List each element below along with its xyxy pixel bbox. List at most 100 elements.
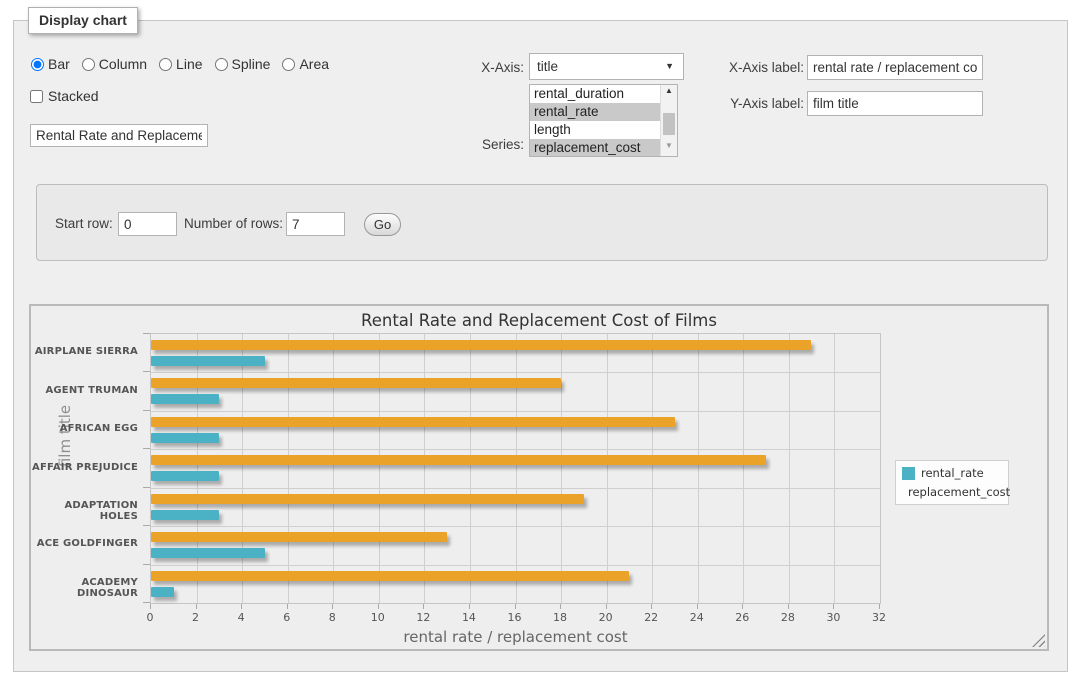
gridline-horizontal xyxy=(151,372,880,373)
start-row-label: Start row: xyxy=(55,216,113,231)
start-row-input[interactable] xyxy=(118,212,177,236)
bar-replacement_cost xyxy=(151,340,811,350)
series-option-length[interactable]: length xyxy=(530,121,660,139)
chart-type-option-line[interactable]: Line xyxy=(159,56,202,72)
x-axis-label-input[interactable] xyxy=(807,55,983,80)
x-axis-tick-label: 32 xyxy=(864,611,894,624)
chart-title-input[interactable] xyxy=(30,124,208,147)
bar-rental_rate xyxy=(151,356,265,366)
x-axis-tick xyxy=(606,604,607,609)
series-options: rental_durationrental_ratelengthreplacem… xyxy=(530,85,677,157)
x-axis-label-field-label: X-Axis label: xyxy=(722,60,804,75)
x-axis-tick xyxy=(332,604,333,609)
x-axis-tick-label: 24 xyxy=(682,611,712,624)
chart-y-axis-title: film title xyxy=(56,405,74,467)
stacked-label: Stacked xyxy=(48,88,99,104)
fieldset-legend-title: Display chart xyxy=(28,7,138,34)
gridline-vertical xyxy=(288,334,289,603)
y-category-label: AIRPLANE SIERRA xyxy=(31,346,144,357)
x-axis-tick-label: 10 xyxy=(363,611,393,624)
x-axis-tick xyxy=(287,604,288,609)
bar-rental_rate xyxy=(151,548,265,558)
series-scrollbar[interactable]: ▲ ▼ xyxy=(660,85,677,156)
series-option-replacement_cost[interactable]: replacement_cost xyxy=(530,139,660,157)
gridline-vertical xyxy=(197,334,198,603)
chart-type-radio-area[interactable] xyxy=(282,58,295,71)
x-axis-tick-label: 22 xyxy=(636,611,666,624)
series-option-rental_rate[interactable]: rental_rate xyxy=(530,103,660,121)
legend-swatch-icon xyxy=(902,467,915,480)
gridline-vertical xyxy=(561,334,562,603)
bar-replacement_cost xyxy=(151,455,766,465)
chart-type-option-spline[interactable]: Spline xyxy=(215,56,271,72)
chart-type-radio-bar[interactable] xyxy=(31,58,44,71)
x-axis-tick xyxy=(788,604,789,609)
bar-rental_rate xyxy=(151,433,219,443)
resize-handle-icon[interactable] xyxy=(1032,634,1045,647)
y-category-label: ACE GOLDFINGER xyxy=(31,538,144,549)
scrollbar-thumb[interactable] xyxy=(663,113,675,135)
stacked-checkbox-row[interactable]: Stacked xyxy=(30,88,99,104)
x-axis-tick-label: 4 xyxy=(226,611,256,624)
x-axis-tick xyxy=(833,604,834,609)
chart-type-label: Spline xyxy=(232,56,271,72)
x-axis-tick xyxy=(651,604,652,609)
chart-type-label: Line xyxy=(176,56,202,72)
y-axis-tick xyxy=(143,410,150,411)
series-listbox[interactable]: rental_durationrental_ratelengthreplacem… xyxy=(529,84,678,157)
chart-type-radio-column[interactable] xyxy=(82,58,95,71)
x-axis-tick-label: 2 xyxy=(181,611,211,624)
chart-type-radio-spline[interactable] xyxy=(215,58,228,71)
x-axis-tick-label: 26 xyxy=(727,611,757,624)
series-option-rental_duration[interactable]: rental_duration xyxy=(530,85,660,103)
x-axis-select[interactable]: title ▼ xyxy=(529,53,684,80)
go-button[interactable]: Go xyxy=(364,213,401,236)
gridline-vertical xyxy=(834,334,835,603)
scroll-up-icon[interactable]: ▲ xyxy=(661,86,677,100)
legend-entry-rental_rate: rental_rate xyxy=(902,466,1002,480)
gridline-horizontal xyxy=(151,488,880,489)
y-category-label: AGENT TRUMAN xyxy=(31,385,144,396)
row-range-fieldset: Start row: Number of rows: Go xyxy=(36,184,1048,261)
gridline-horizontal xyxy=(151,449,880,450)
y-axis-tick xyxy=(143,602,150,603)
y-axis-tick xyxy=(143,371,150,372)
scroll-down-icon[interactable]: ▼ xyxy=(661,141,677,155)
x-axis-tick xyxy=(560,604,561,609)
gridline-vertical xyxy=(607,334,608,603)
x-axis-tick xyxy=(241,604,242,609)
y-category-label: ADAPTATION HOLES xyxy=(31,500,144,522)
x-axis-tick xyxy=(697,604,698,609)
number-of-rows-label: Number of rows: xyxy=(184,216,283,231)
chart-type-label: Area xyxy=(299,56,329,72)
chart-type-option-bar[interactable]: Bar xyxy=(31,56,70,72)
stacked-checkbox[interactable] xyxy=(30,90,43,103)
y-axis-label-input[interactable] xyxy=(807,91,983,116)
gridline-horizontal xyxy=(151,411,880,412)
x-axis-tick xyxy=(742,604,743,609)
y-category-label: AFFAIR PREJUDICE xyxy=(31,462,144,473)
y-axis-tick xyxy=(143,333,150,334)
x-axis-tick-label: 6 xyxy=(272,611,302,624)
x-axis-tick xyxy=(515,604,516,609)
x-axis-tick xyxy=(196,604,197,609)
y-axis-label-field-label: Y-Axis label: xyxy=(722,96,804,111)
bar-replacement_cost xyxy=(151,532,447,542)
chart-legend: rental_rate replacement_cost xyxy=(895,460,1009,505)
bar-rental_rate xyxy=(151,471,219,481)
chart-type-option-column[interactable]: Column xyxy=(82,56,147,72)
x-axis-tick-label: 8 xyxy=(317,611,347,624)
chart-container: Rental Rate and Replacement Cost of Film… xyxy=(29,304,1049,651)
legend-label: replacement_cost xyxy=(908,485,1010,499)
bar-replacement_cost xyxy=(151,378,561,388)
legend-label: rental_rate xyxy=(921,466,984,480)
x-axis-tick-label: 18 xyxy=(545,611,575,624)
x-axis-tick-label: 20 xyxy=(591,611,621,624)
plot-area xyxy=(150,333,881,604)
number-of-rows-input[interactable] xyxy=(286,212,345,236)
y-category-label: AFRICAN EGG xyxy=(31,423,144,434)
y-axis-tick xyxy=(143,487,150,488)
chart-type-option-area[interactable]: Area xyxy=(282,56,329,72)
gridline-vertical xyxy=(743,334,744,603)
chart-type-radio-line[interactable] xyxy=(159,58,172,71)
